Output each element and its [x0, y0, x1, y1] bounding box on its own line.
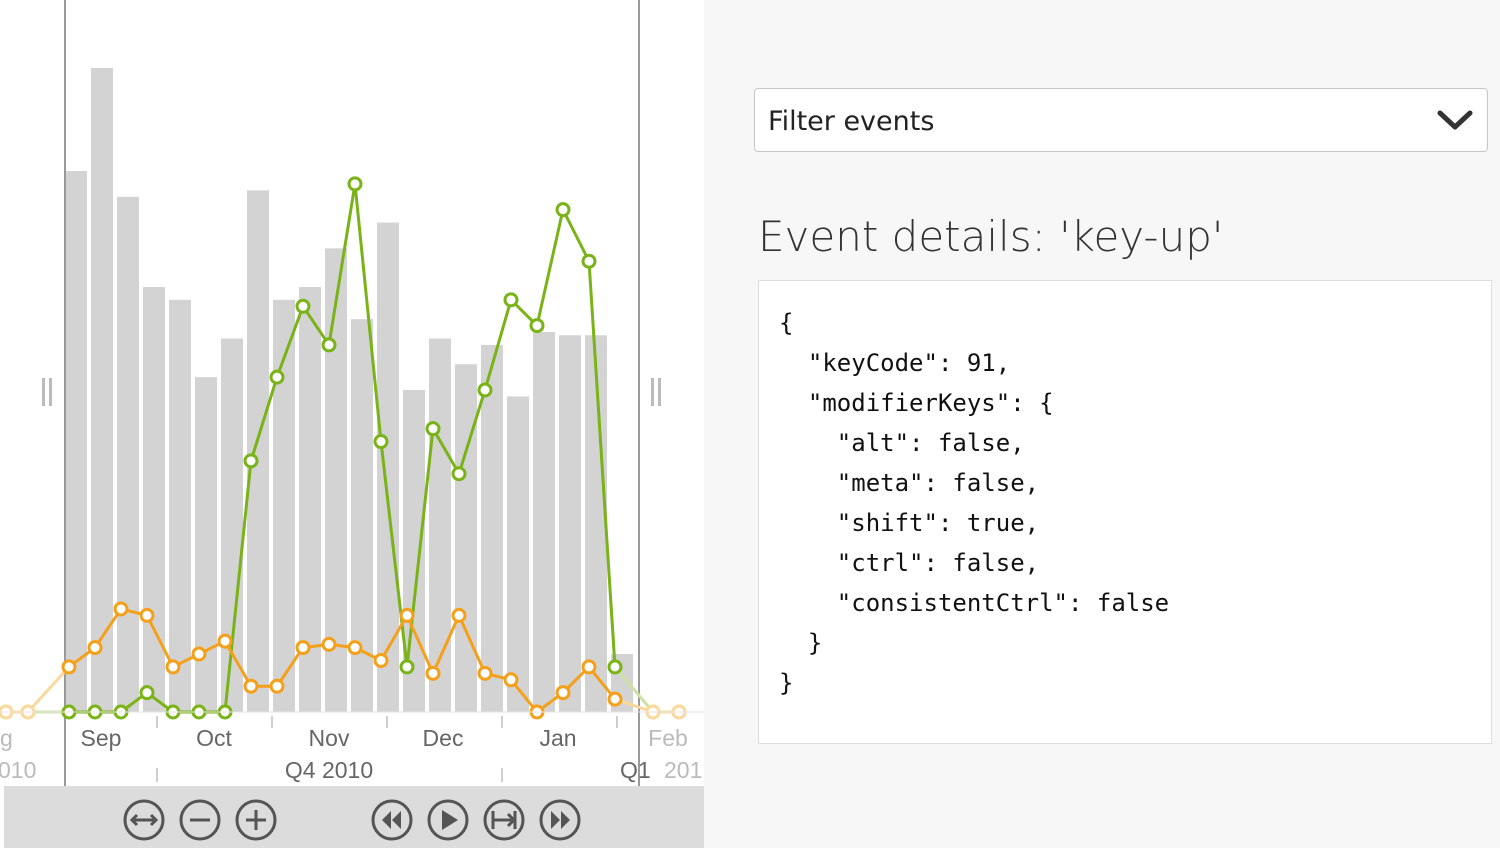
series-point: [399, 607, 415, 623]
series-point: [555, 202, 571, 218]
series-point: [295, 640, 311, 656]
series-point: [321, 337, 337, 353]
month-label: Jan: [539, 725, 576, 751]
series-point: [399, 659, 415, 675]
filter-events-label: Filter events: [768, 106, 935, 137]
month-label: Dec: [423, 725, 464, 751]
right-drag-handle[interactable]: [651, 378, 661, 406]
play-button[interactable]: [426, 798, 470, 842]
series-point: [451, 466, 467, 482]
series-point: [477, 382, 493, 398]
bar: [559, 335, 581, 712]
event-json-panel: { "keyCode": 91, "modifierKeys": { "alt"…: [758, 280, 1492, 744]
playback-toolbar: [4, 786, 704, 848]
series-point: [503, 672, 519, 688]
event-panel: Filter events Event details: 'key-up' { …: [704, 0, 1500, 848]
series-point: [529, 318, 545, 334]
bar: [481, 344, 503, 712]
series-point: [243, 678, 259, 694]
series-point: [347, 640, 363, 656]
quarter-label: Q4 2010: [285, 757, 373, 783]
series-point: [451, 607, 467, 623]
zoom-in-button[interactable]: [234, 798, 278, 842]
bar: [65, 171, 87, 713]
bar: [507, 396, 529, 712]
series-point: [113, 601, 129, 617]
step-end-icon: [483, 799, 525, 841]
series-point: [87, 640, 103, 656]
series-point: [581, 659, 597, 675]
series-point: [191, 646, 207, 662]
filter-events-dropdown[interactable]: Filter events: [754, 88, 1488, 152]
series-point: [295, 298, 311, 314]
series-point: [165, 659, 181, 675]
series-point: [373, 652, 389, 668]
series-point: [607, 659, 623, 675]
month-label: Sep: [81, 725, 122, 751]
series-point: [139, 685, 155, 701]
series-point: [425, 421, 441, 437]
fit-range-button[interactable]: [122, 798, 166, 842]
rewind-icon: [371, 799, 413, 841]
series-point: [581, 253, 597, 269]
bar: [91, 68, 113, 712]
series-point: [139, 607, 155, 623]
series-point: [347, 176, 363, 192]
bar: [169, 299, 191, 712]
month-label: Oct: [196, 725, 232, 751]
bar: [195, 377, 217, 712]
fast-forward-icon: [539, 799, 581, 841]
edge-year-label: 201: [664, 757, 702, 783]
bar: [247, 190, 269, 713]
series-point: [61, 659, 77, 675]
series-line-faded: [6, 665, 71, 714]
zoom-out-button[interactable]: [178, 798, 222, 842]
series-point: [425, 665, 441, 681]
rewind-button[interactable]: [370, 798, 414, 842]
series-point: [555, 685, 571, 701]
bar: [455, 364, 477, 712]
bar: [533, 332, 555, 712]
timeline-chart[interactable]: Sep Oct Nov Dec Jan Feb Q4 2010 g 010 Q1 201: [0, 0, 704, 786]
series-point: [321, 636, 337, 652]
minus-circle-icon: [179, 799, 221, 841]
plus-circle-icon: [235, 799, 277, 841]
fast-forward-button[interactable]: [538, 798, 582, 842]
series-point: [269, 369, 285, 385]
month-label: Nov: [309, 725, 350, 751]
bar: [117, 196, 139, 713]
series-point: [607, 691, 623, 707]
series-point: [477, 665, 493, 681]
month-label: Feb: [648, 725, 688, 751]
bar: [143, 286, 165, 712]
bar: [377, 222, 399, 712]
series-point: [243, 453, 259, 469]
fit-arrows-icon: [123, 799, 165, 841]
event-details-title: Event details: 'key-up': [758, 212, 1224, 261]
series-point: [503, 292, 519, 308]
series-point: [269, 678, 285, 694]
left-drag-handle[interactable]: [42, 378, 52, 406]
step-to-end-button[interactable]: [482, 798, 526, 842]
chevron-down-icon: [1437, 110, 1473, 130]
event-json-text: { "keyCode": 91, "modifierKeys": { "alt"…: [779, 309, 1170, 697]
play-icon: [427, 799, 469, 841]
edge-month-label: g: [0, 725, 13, 751]
edge-quarter-label: Q1: [620, 757, 651, 783]
timeline-panel: Sep Oct Nov Dec Jan Feb Q4 2010 g 010 Q1 201: [0, 0, 704, 848]
series-point: [373, 434, 389, 450]
edge-year-label: 010: [0, 757, 36, 783]
series-point: [217, 633, 233, 649]
axis-labels: Sep Oct Nov Dec Jan Feb Q4 2010 g 010 Q1 201: [0, 725, 702, 783]
